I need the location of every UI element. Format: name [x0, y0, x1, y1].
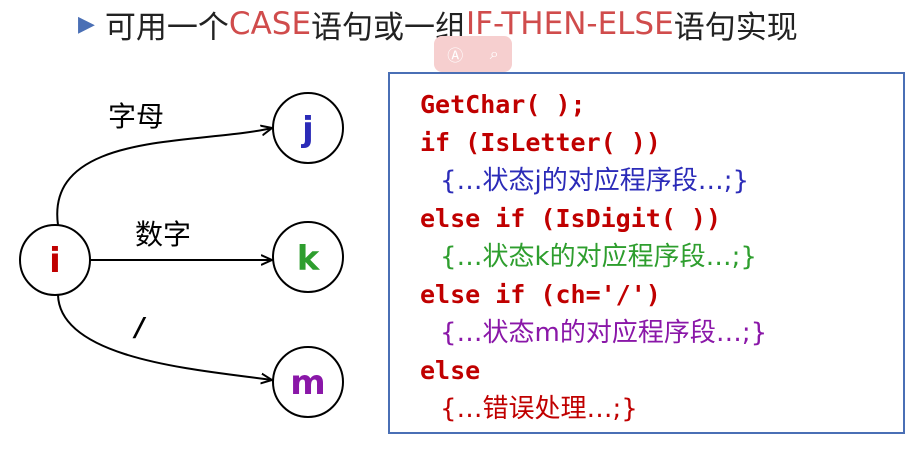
code-line-else: else	[420, 356, 481, 385]
node-j-label: j	[300, 110, 314, 150]
edge-i-j	[56, 128, 272, 226]
edge-label-letter: 字母	[108, 100, 164, 133]
edge-i-m	[57, 294, 272, 380]
code-line-if-letter: if (IsLetter( ))	[420, 128, 661, 157]
node-k-label: k	[297, 239, 321, 279]
code-block-k: {…状态k的对应程序段…;}	[440, 242, 757, 272]
ai-icon[interactable]: Ⓐ	[447, 42, 463, 66]
search-icon[interactable]: ⌕	[490, 44, 499, 64]
node-m-label: m	[290, 363, 325, 403]
code-box: GetChar( ); if (IsLetter( )) {…状态j的对应程序段…	[388, 72, 905, 434]
state-diagram: 字母 数字 / i j k m	[19, 92, 344, 418]
code-block-j: {…状态j的对应程序段…;}	[440, 166, 750, 196]
code-line-elseif-digit: else if (IsDigit( ))	[420, 204, 722, 233]
edge-label-digit: 数字	[135, 218, 191, 251]
code-line-getchar: GetChar( );	[420, 90, 586, 119]
ai-toolbar-badge[interactable]: Ⓐ ⌕	[434, 36, 512, 72]
code-line-elseif-slash: else if (ch='/')	[420, 280, 661, 309]
code-block-m: {…状态m的对应程序段…;}	[440, 318, 768, 348]
code-block-error: {…错误处理…;}	[440, 394, 638, 424]
node-i-label: i	[49, 241, 61, 281]
title-suffix: 语句实现	[673, 9, 798, 46]
edge-label-slash: /	[132, 313, 147, 343]
